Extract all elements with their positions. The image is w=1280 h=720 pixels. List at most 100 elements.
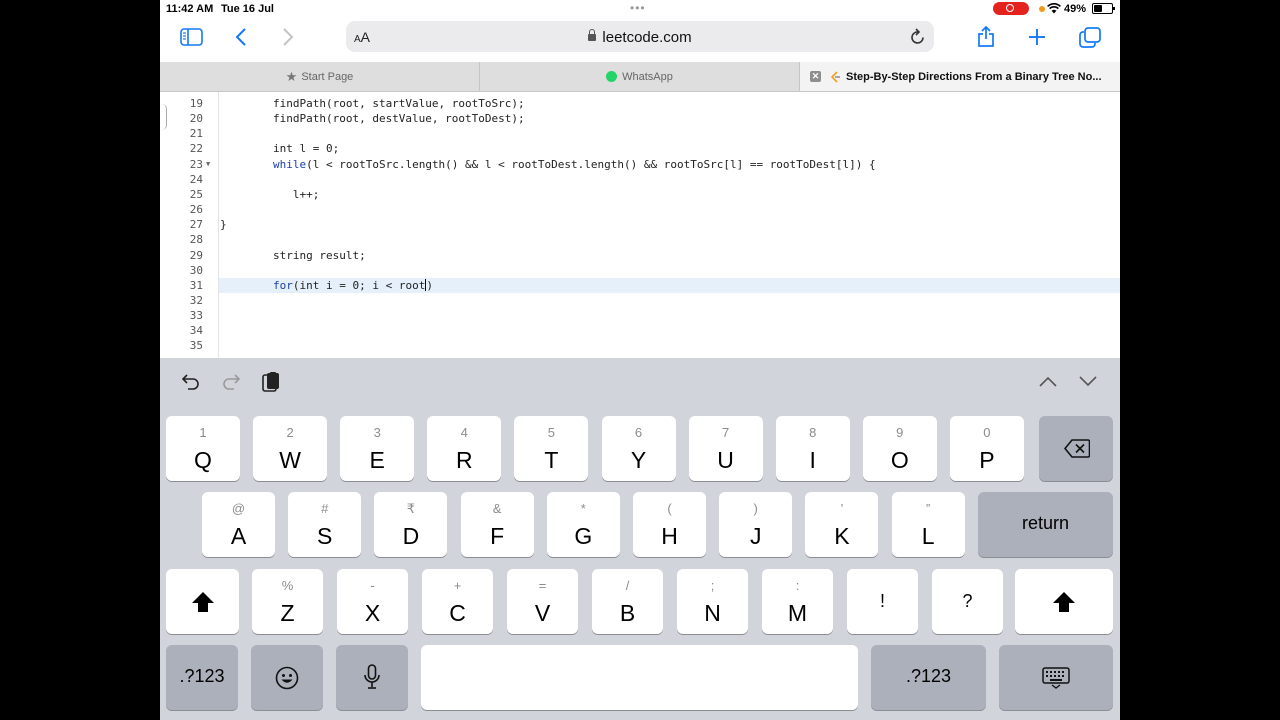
tab-leetcode-problem[interactable]: ✕ Step-By-Step Directions From a Binary …: [800, 62, 1120, 91]
key-e[interactable]: 3E: [340, 416, 415, 481]
code-line[interactable]: 32: [160, 293, 1120, 308]
key-s[interactable]: # S: [288, 492, 362, 557]
chevron-up-icon[interactable]: [1039, 376, 1057, 387]
code-line[interactable]: 34: [160, 323, 1120, 338]
code-line[interactable]: 24: [160, 172, 1120, 187]
code-text[interactable]: for(int i = 0; i < root): [220, 278, 433, 293]
redo-icon[interactable]: [221, 373, 241, 391]
code-text[interactable]: findPath(root, destValue, rootToDest);: [220, 111, 525, 126]
close-tab-icon[interactable]: ✕: [810, 71, 821, 82]
address-bar[interactable]: AA leetcode.com: [346, 21, 934, 52]
code-line[interactable]: 19 findPath(root, startValue, rootToSrc)…: [160, 96, 1120, 111]
code-line[interactable]: 20 findPath(root, destValue, rootToDest)…: [160, 111, 1120, 126]
code-line[interactable]: 35: [160, 338, 1120, 353]
key-p[interactable]: 0P: [949, 416, 1024, 481]
chevron-down-icon[interactable]: [1079, 376, 1097, 387]
key-h[interactable]: (H: [633, 492, 706, 557]
key-label: M: [787, 600, 808, 626]
code-line[interactable]: 31 for(int i = 0; i < root): [160, 277, 1120, 293]
tab-whatsapp[interactable]: WhatsApp: [480, 62, 800, 91]
key-label: T: [544, 447, 559, 473]
share-icon[interactable]: [977, 25, 995, 48]
status-bar: 11:42 AM Tue 16 Jul ••• 49%: [160, 0, 1120, 18]
key-m[interactable]: :M: [762, 569, 833, 634]
screen-recording-icon[interactable]: [993, 2, 1029, 15]
code-text[interactable]: while(l < rootToSrc.length() && l < root…: [220, 157, 876, 172]
key-f[interactable]: & F: [460, 492, 534, 557]
shift-key-right[interactable]: [1015, 569, 1113, 634]
key-r[interactable]: 4R: [427, 416, 502, 481]
tab-label: Step-By-Step Directions From a Binary Tr…: [846, 70, 1102, 83]
key-n[interactable]: ; N: [677, 569, 748, 634]
line-number: 30: [189, 263, 203, 277]
code-line[interactable]: 27}: [160, 217, 1120, 232]
code-line[interactable]: 30: [160, 263, 1120, 278]
key-secondary-label: 5: [547, 425, 555, 440]
key-l[interactable]: ” L: [891, 492, 965, 557]
fold-arrow-icon[interactable]: ▼: [206, 157, 210, 172]
key-j[interactable]: ) J: [719, 492, 793, 557]
paste-icon[interactable]: [261, 371, 281, 393]
sidebar-toggle-icon[interactable]: [180, 28, 203, 46]
space-key[interactable]: [421, 645, 858, 710]
code-line[interactable]: 23 ▼ while(l < rootToSrc.length() && l < …: [160, 157, 1120, 172]
key-a[interactable]: @ A: [202, 492, 275, 557]
code-line[interactable]: 29 string result;: [160, 248, 1120, 263]
key-b[interactable]: / B: [592, 569, 663, 634]
key-w[interactable]: 2W: [253, 416, 328, 481]
key-g[interactable]: * G: [546, 492, 620, 557]
reload-icon[interactable]: [910, 28, 926, 45]
dictation-key[interactable]: [336, 645, 408, 710]
code-editor[interactable]: 19 findPath(root, startValue, rootToSrc)…: [160, 92, 1120, 358]
shift-key-left[interactable]: [166, 569, 239, 634]
emoji-key[interactable]: [251, 645, 323, 710]
code-text[interactable]: string result;: [220, 248, 366, 263]
key-secondary-label: %: [281, 578, 294, 593]
tab-overview-icon[interactable]: [1079, 27, 1101, 48]
key-label: W: [279, 447, 301, 473]
numbers-key-right[interactable]: .?123: [871, 645, 986, 710]
whatsapp-icon: [606, 71, 618, 82]
key-z[interactable]: % Z: [252, 569, 323, 634]
key-y[interactable]: 6Y: [601, 416, 676, 481]
key-k[interactable]: ’ K: [805, 492, 879, 557]
key-u[interactable]: 7U: [688, 416, 763, 481]
code-text[interactable]: l++;: [220, 187, 320, 202]
code-text[interactable]: int l = 0;: [220, 141, 339, 156]
numbers-key-left[interactable]: .?123: [166, 645, 238, 710]
backspace-key[interactable]: [1039, 416, 1113, 481]
key-d[interactable]: ₹ D: [374, 492, 448, 557]
code-line[interactable]: 26: [160, 202, 1120, 217]
key-i[interactable]: 8I: [775, 416, 850, 481]
code-line[interactable]: 21: [160, 126, 1120, 141]
code-text[interactable]: findPath(root, startValue, rootToSrc);: [220, 96, 525, 111]
undo-icon[interactable]: [181, 373, 201, 391]
tab-start-page[interactable]: ★ Start Page: [160, 62, 480, 91]
dismiss-keyboard-key[interactable]: [999, 645, 1113, 710]
key-exclamation[interactable]: !: [847, 569, 918, 634]
code-token: l++;: [220, 187, 320, 201]
key-t[interactable]: 5T: [514, 416, 589, 481]
key-o[interactable]: 9O: [862, 416, 937, 481]
back-icon[interactable]: [235, 28, 247, 46]
code-line[interactable]: 28: [160, 232, 1120, 247]
url-display[interactable]: leetcode.com: [346, 29, 934, 46]
return-key[interactable]: return: [978, 492, 1113, 557]
code-line[interactable]: 22 int l = 0;: [160, 141, 1120, 156]
line-number: 35: [189, 339, 203, 353]
key-label: G: [574, 523, 593, 549]
code-text[interactable]: }: [220, 217, 227, 232]
line-number: 22: [189, 142, 203, 156]
forward-icon[interactable]: [282, 28, 294, 46]
code-line[interactable]: 33: [160, 308, 1120, 323]
key-question[interactable]: ?: [932, 569, 1003, 634]
code-line[interactable]: 25 l++;: [160, 187, 1120, 202]
multitasking-dots-icon[interactable]: •••: [630, 1, 646, 15]
key-x[interactable]: -X: [337, 569, 408, 634]
key-v[interactable]: = V: [507, 569, 578, 634]
new-tab-icon[interactable]: [1028, 28, 1046, 46]
key-q[interactable]: 1Q: [166, 416, 240, 481]
key-c[interactable]: + C: [422, 569, 493, 634]
tab-bar: ★ Start Page WhatsApp ✕ Step-By-Step Dir…: [160, 62, 1120, 92]
